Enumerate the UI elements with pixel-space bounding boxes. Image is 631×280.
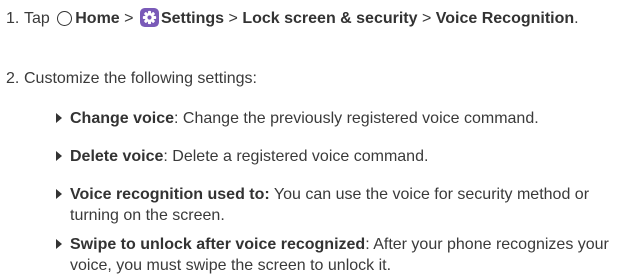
step-2-text: Customize the following settings: xyxy=(24,70,257,87)
bullet-delete-voice: Delete voice: Delete a registered voice … xyxy=(56,146,626,167)
settings-label: Settings xyxy=(160,10,225,27)
path-separator: > xyxy=(124,10,134,27)
home-label: Home xyxy=(75,10,120,27)
home-icon xyxy=(57,11,73,26)
triangle-bullet-icon xyxy=(56,113,62,123)
bullet-term: Delete voice xyxy=(70,148,164,165)
bullet-desc: : Delete a registered voice command. xyxy=(163,148,429,165)
bullet-term: Voice recognition used to: xyxy=(70,186,270,203)
bullet-change-voice: Change voice: Change the previously regi… xyxy=(56,108,626,129)
bullet-voice-recognition-used-to: Voice recognition used to: You can use t… xyxy=(56,184,626,226)
step-2-number: 2. xyxy=(6,70,20,87)
triangle-bullet-icon xyxy=(56,189,62,199)
settings-gear-icon xyxy=(139,8,159,27)
path-separator: > xyxy=(421,10,432,27)
step-1-text: Tap Home > Settings > Lock screen & secu… xyxy=(24,8,620,29)
bullet-term: Swipe to unlock after voice recognized xyxy=(70,236,366,253)
path-separator: > xyxy=(228,10,238,27)
tap-label: Tap xyxy=(24,10,50,27)
step-1-period: . xyxy=(574,10,579,27)
bullet-term: Change voice xyxy=(70,110,175,127)
lock-screen-label: Lock screen & security xyxy=(242,10,418,27)
bullet-desc: : Change the previously registered voice… xyxy=(174,110,539,127)
bullet-swipe-to-unlock: Swipe to unlock after voice recognized: … xyxy=(56,234,626,276)
voice-recognition-label: Voice Recognition xyxy=(435,10,575,27)
triangle-bullet-icon xyxy=(56,239,62,249)
step-1: 1. Tap Home > Settings > Lock screen & s… xyxy=(0,8,620,29)
triangle-bullet-icon xyxy=(56,151,62,161)
step-1-number: 1. xyxy=(6,10,20,27)
step-2: 2. Customize the following settings: xyxy=(0,68,620,89)
